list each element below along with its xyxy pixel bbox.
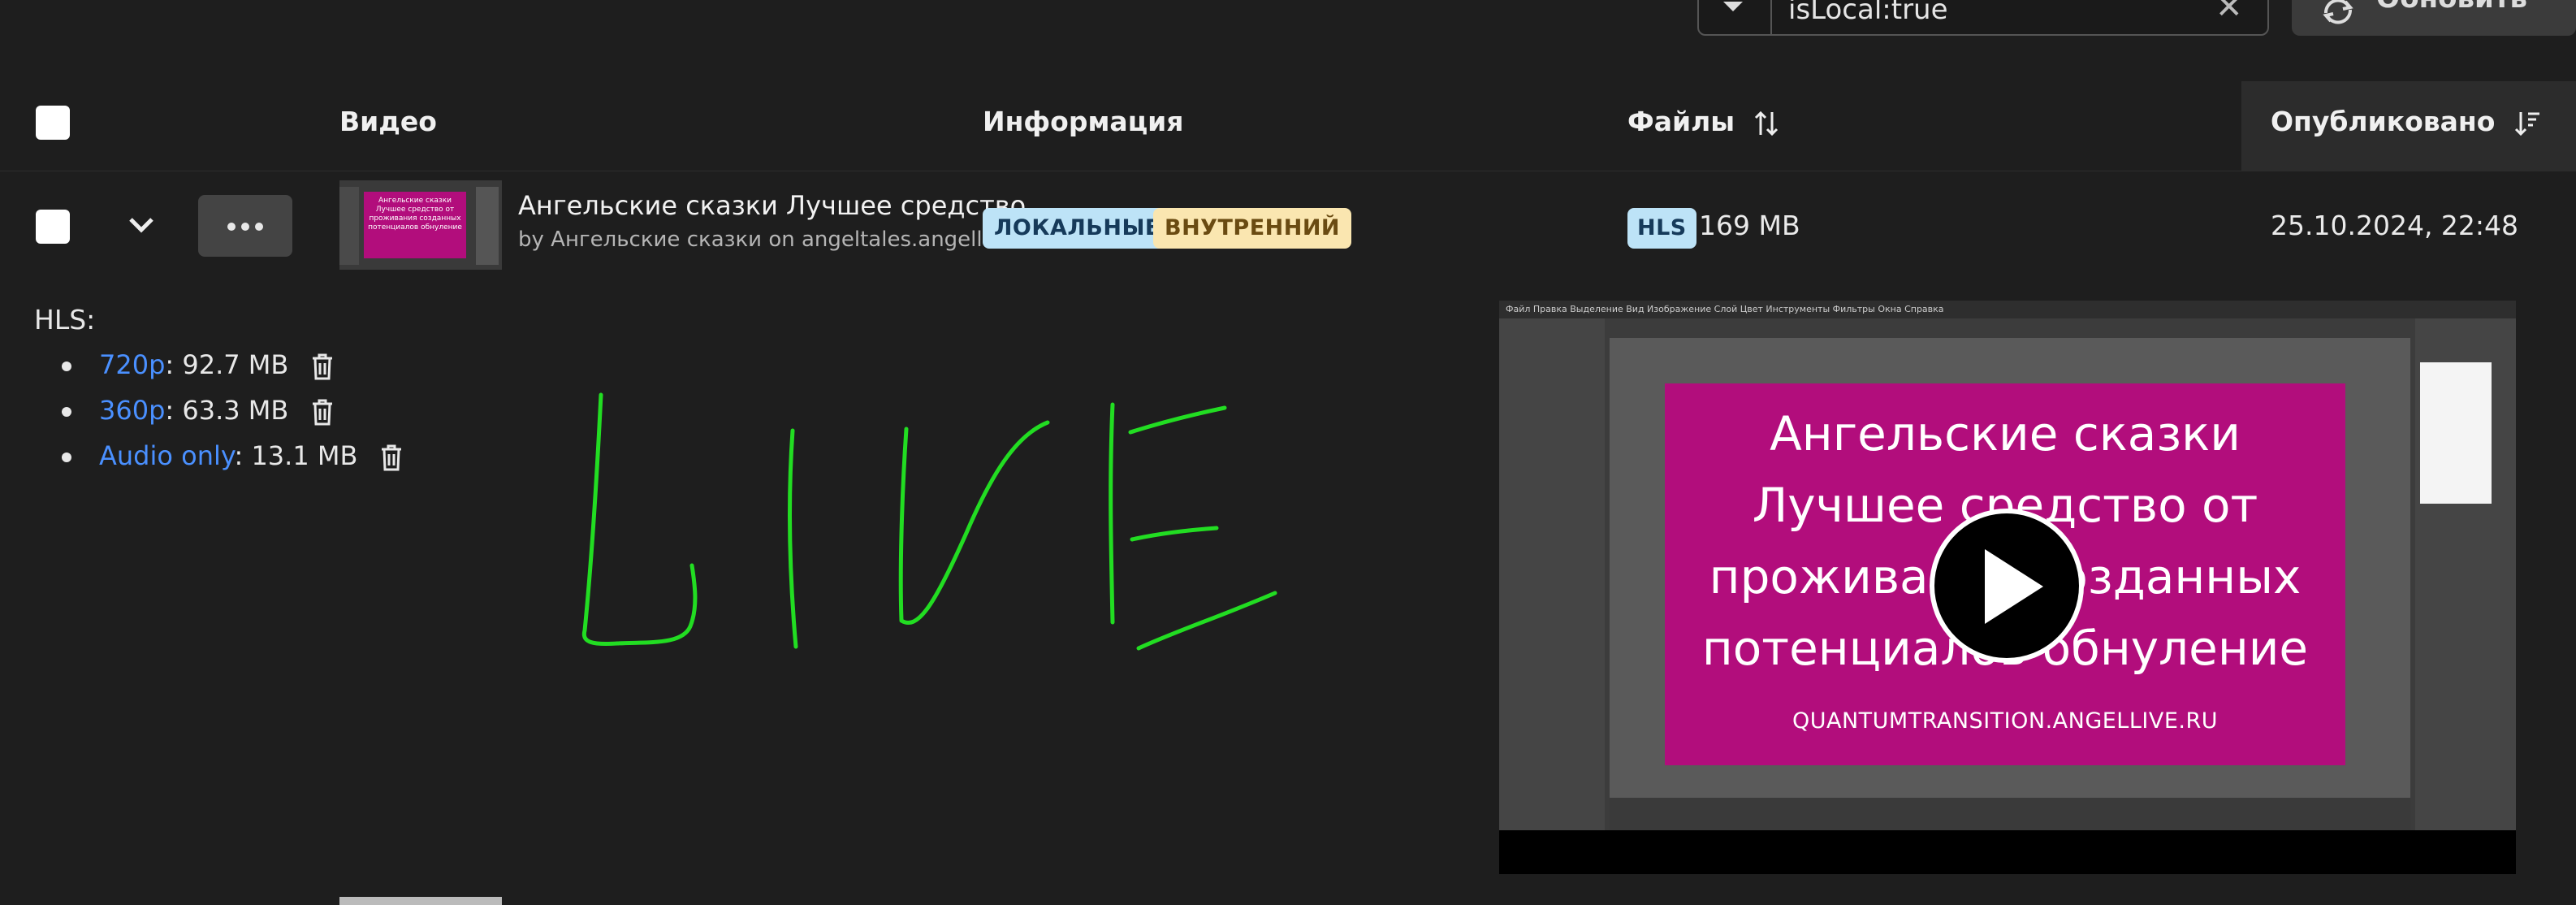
files-size: 169 MB [1699,210,1800,241]
column-files[interactable]: Файлы [1627,106,1782,138]
artwork-url: QUANTUMTRANSITION.ANGELLIVE.RU [1792,708,2218,734]
thumb-toolbox [339,187,359,265]
more-actions-button[interactable] [198,195,292,257]
thumb-text: Ангельские сказки Лучшее средство от про… [364,192,466,258]
gimp-status [1610,798,2410,830]
sort-icon[interactable] [1753,109,1782,138]
artwork-line: Ангельские сказки [1770,406,2241,461]
column-files-label: Файлы [1627,106,1735,137]
dot-icon [255,223,263,231]
refresh-button[interactable]: Обновить [2292,0,2576,36]
next-row-thumbnail [339,897,502,905]
caret-down-icon [1723,2,1743,11]
list-item: Audio only: 13.1 MB [62,440,404,472]
dot-icon [241,223,249,231]
live-annotation [581,392,1277,651]
column-published[interactable]: Опубликовано [2271,106,2542,138]
resolution-size: : 13.1 MB [234,440,358,471]
chevron-down-icon[interactable] [127,213,156,237]
bullet-icon [62,407,71,417]
resolution-link-audio[interactable]: Audio only [99,440,234,471]
sort-desc-icon[interactable] [2513,109,2542,138]
badge-hls: HLS [1627,208,1696,249]
published-date: 25.10.2024, 22:48 [2271,210,2519,241]
resolution-size: : 63.3 MB [165,395,289,426]
resolution-size: : 92.7 MB [165,349,289,380]
select-all-checkbox[interactable] [36,106,70,140]
dot-icon [227,223,236,231]
play-button[interactable] [1930,509,2084,663]
badge-internal: ВНУТРЕННИЙ [1153,208,1352,249]
list-item: 720p: 92.7 MB [62,349,335,381]
badge-local: ЛОКАЛЬНЫЕ [983,208,1172,249]
gimp-toolbox [1499,318,1605,830]
filter-box: ✕ [1697,0,2269,36]
hls-label: HLS: [34,304,96,336]
gimp-brushes [2420,362,2492,504]
trash-icon[interactable] [310,397,335,427]
filter-dropdown-button[interactable] [1699,0,1772,34]
refresh-label: Обновить [2376,0,2527,15]
thumb-panel [476,187,499,265]
column-published-label: Опубликовано [2271,106,2496,137]
gimp-menubar: Файл Правка Выделение Вид Изображение Сл… [1499,301,2516,318]
video-subtitle: by Ангельские сказки on angeltales.angel… [518,227,1021,252]
bullet-icon [62,452,71,462]
play-icon [1985,549,2043,624]
column-info: Информация [983,106,1184,137]
column-video: Видео [339,106,437,137]
row-checkbox[interactable] [36,210,70,244]
bullet-icon [62,362,71,371]
trash-icon[interactable] [310,352,335,381]
video-thumbnail[interactable]: Ангельские сказки Лучшее средство от про… [339,180,502,270]
resolution-link-720p[interactable]: 720p [99,349,165,380]
clear-icon[interactable]: ✕ [2215,0,2243,29]
trash-icon[interactable] [379,443,404,472]
list-item: 360p: 63.3 MB [62,395,335,427]
video-title[interactable]: Ангельские сказки Лучшее средство [518,190,1026,221]
table-header: Видео Информация Файлы Опубликовано [0,81,2576,171]
filter-input[interactable] [1772,0,2227,34]
refresh-icon [2323,0,2353,24]
resolution-link-360p[interactable]: 360p [99,395,165,426]
